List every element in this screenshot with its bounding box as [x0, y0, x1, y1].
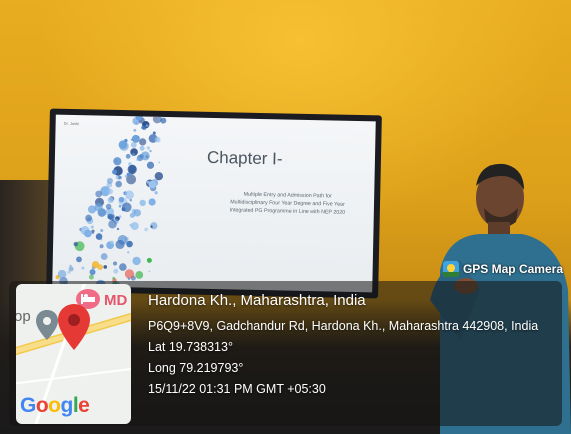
- map-pin-icon: [58, 304, 90, 350]
- longitude-line: Long 79.219793°: [148, 361, 244, 375]
- address-line: P6Q9+8V9, Gadchandur Rd, Hardona Kh., Ma…: [148, 319, 539, 333]
- tv-screen: Dr. Joshi Chapter I- Multiple Entry and …: [46, 108, 382, 299]
- gps-map-camera-label: GPS Map Camera: [462, 262, 563, 276]
- latitude-line: Lat 19.738313°: [148, 340, 233, 354]
- gps-map-camera-icon: [442, 261, 459, 277]
- place-title: Hardona Kh., Maharashtra, India: [148, 292, 366, 309]
- gps-map-camera-badge: GPS Map Camera: [442, 259, 563, 279]
- map-poi-label: MD: [104, 292, 128, 309]
- datetime-line: 15/11/22 01:31 PM GMT +05:30: [148, 382, 326, 396]
- presentation-slide: Dr. Joshi Chapter I- Multiple Entry and …: [52, 114, 376, 293]
- slide-subtitle: Multiple Entry and Admission Path for Mu…: [200, 190, 375, 218]
- map-thumbnail: op MD Google: [16, 284, 131, 424]
- google-logo: Google: [20, 394, 90, 417]
- location-info: Hardona Kh., Maharashtra, India P6Q9+8V9…: [148, 290, 538, 400]
- map-place-label: op: [16, 308, 31, 325]
- map-pin-gray-icon: [36, 310, 58, 340]
- slide-title: Chapter I-: [206, 147, 283, 169]
